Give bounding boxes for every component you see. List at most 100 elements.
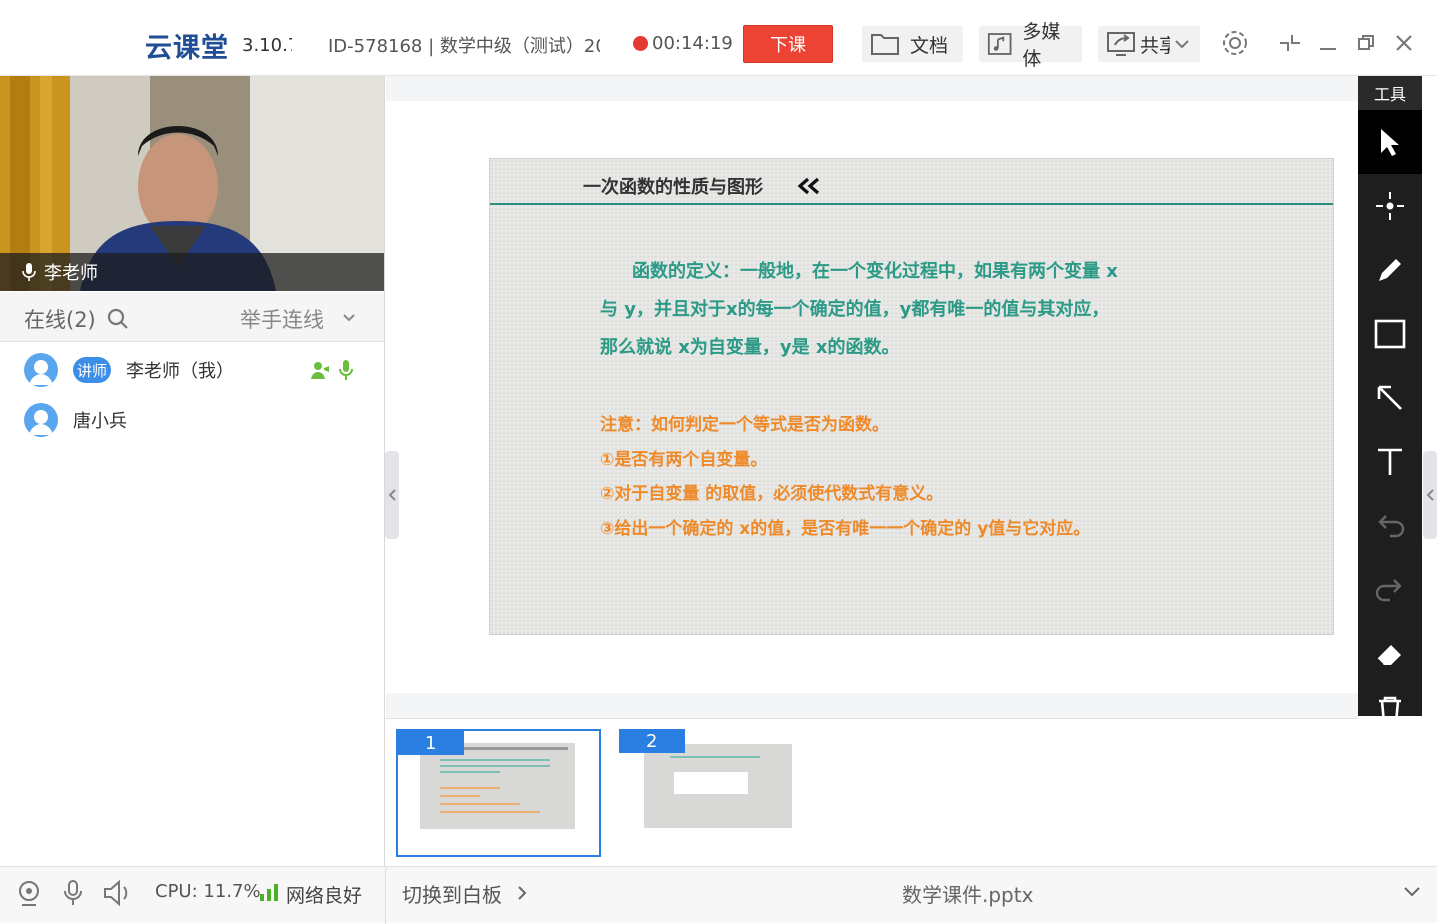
record-dot-icon <box>633 36 648 51</box>
slide-thumbnails: 1 2 <box>386 718 1358 866</box>
media-label: 多媒体 <box>1022 21 1061 70</box>
minimize-icon <box>1320 48 1336 50</box>
media-icon <box>987 33 1012 55</box>
share-button[interactable]: 共享 <box>1098 26 1200 62</box>
close-button[interactable] <box>1387 26 1421 60</box>
close-icon <box>1396 35 1412 51</box>
eraser-tool[interactable] <box>1358 622 1422 686</box>
trash-icon <box>1379 696 1401 716</box>
laser-pointer-tool[interactable] <box>1358 174 1422 238</box>
title-bar: 云课堂 3.10.7 ID-578168 | 数学中级（测试）20 00:14:… <box>0 0 1437 76</box>
teacher-video: 李老师 <box>0 76 384 291</box>
share-screen-icon <box>1107 32 1135 56</box>
exit-fullscreen-button[interactable] <box>1273 26 1307 60</box>
chevron-left-icon <box>1426 489 1434 501</box>
file-name: 数学课件.pptx <box>902 883 1034 907</box>
pen-tool[interactable] <box>1358 238 1422 302</box>
record-timer: 00:14:19 <box>633 33 733 54</box>
avatar <box>24 403 58 437</box>
chevron-down-icon <box>1175 40 1189 49</box>
expand-right-panel-handle[interactable] <box>1423 451 1437 539</box>
chevron-down-icon[interactable] <box>1403 885 1421 899</box>
slide-thumbnail[interactable]: 2 <box>619 729 824 857</box>
role-badge: 讲师 <box>73 357 111 383</box>
microphone-icon[interactable] <box>62 879 84 907</box>
chevron-left-icon <box>388 489 396 501</box>
arrow-tool[interactable] <box>1358 366 1422 430</box>
slide-thumbnail[interactable]: 1 <box>396 729 601 857</box>
slide-divider <box>490 203 1333 205</box>
left-panel: 李老师 在线(2) 举手连线 讲师 李老师（我） 唐小兵 <box>0 76 385 923</box>
chevron-down-icon[interactable] <box>342 312 356 324</box>
note-item: ①是否有两个自变量。 <box>600 450 768 470</box>
collapse-left-panel-handle[interactable] <box>385 451 399 539</box>
drawing-toolbar: 工具 <box>1358 76 1422 716</box>
app-logo: 云课堂 <box>145 33 229 64</box>
main-area: 一次函数的性质与图形 函数的定义：一般地，在一个变化过程中，如果有两个变量 x … <box>386 76 1358 866</box>
select-tool[interactable] <box>1358 110 1422 174</box>
online-count: 在线(2) <box>24 308 96 332</box>
network-status: 网络良好 <box>286 885 363 907</box>
slide: 一次函数的性质与图形 函数的定义：一般地，在一个变化过程中，如果有两个变量 x … <box>489 158 1334 635</box>
note-item: ③给出一个确定的 x的值，是否有唯一一个确定的 y值与它对应。 <box>600 519 1091 539</box>
restore-button[interactable] <box>1349 26 1383 60</box>
document-button[interactable]: 文档 <box>862 26 963 62</box>
double-chevron-left-icon <box>797 177 820 195</box>
definition-line: 那么就说 x为自变量，y是 x的函数。 <box>600 337 900 358</box>
rectangle-icon <box>1374 319 1406 349</box>
speaker-icon[interactable] <box>102 879 134 907</box>
restore-icon <box>1358 35 1374 50</box>
video-name-bar: 李老师 <box>0 253 384 291</box>
end-class-button[interactable]: 下课 <box>743 25 833 63</box>
user-camera-icon[interactable] <box>310 360 330 380</box>
definition-text: 函数的定义：一般地，在一个变化过程中，如果有两个变量 x 与 y，并且对于x的每… <box>600 253 1190 367</box>
settings-button[interactable] <box>1218 26 1252 60</box>
undo-button[interactable] <box>1358 494 1422 558</box>
document-label: 文档 <box>910 34 949 57</box>
eraser-icon <box>1376 645 1401 666</box>
divider <box>385 867 386 924</box>
chevron-right-icon[interactable] <box>516 885 528 901</box>
cpu-usage: CPU: 11.7% <box>155 881 261 902</box>
toolbar-title: 工具 <box>1358 76 1422 110</box>
switch-whiteboard-button[interactable]: 切换到白板 <box>402 879 502 908</box>
clear-button[interactable] <box>1358 682 1422 716</box>
text-tool[interactable] <box>1358 430 1422 494</box>
online-bar: 在线(2) 举手连线 <box>0 292 384 342</box>
gear-icon <box>1223 31 1247 55</box>
slide-title: 一次函数的性质与图形 <box>583 177 763 198</box>
thumbnail-number: 1 <box>398 731 464 755</box>
redo-button[interactable] <box>1358 558 1422 622</box>
minimize-button[interactable] <box>1311 26 1345 60</box>
user-name: 李老师（我） <box>126 361 234 382</box>
status-bar: CPU: 11.7% 网络良好 切换到白板 数学课件.pptx <box>0 866 1437 924</box>
pencil-icon <box>1379 259 1401 281</box>
user-name: 唐小兵 <box>73 411 127 432</box>
media-button[interactable]: 多媒体 <box>979 21 1082 70</box>
share-label: 共享 <box>1140 34 1170 57</box>
raise-hand-dropdown[interactable]: 举手连线 <box>240 304 324 334</box>
whiteboard-canvas[interactable]: 一次函数的性质与图形 函数的定义：一般地，在一个变化过程中，如果有两个变量 x … <box>386 101 1358 693</box>
user-row[interactable]: 讲师 李老师（我） <box>0 345 384 395</box>
text-icon <box>1378 448 1402 475</box>
folder-icon <box>871 34 899 55</box>
arrow-up-left-icon <box>1377 385 1402 410</box>
microphone-icon <box>22 263 36 281</box>
avatar <box>24 353 58 387</box>
app-version: 3.10.7 <box>242 35 292 56</box>
thumbnail-number: 2 <box>619 729 685 753</box>
record-time: 00:14:19 <box>652 33 733 54</box>
camera-status-icon[interactable] <box>16 879 42 907</box>
search-icon[interactable] <box>106 307 130 331</box>
thumbnail-preview <box>644 744 792 828</box>
signal-bars-icon <box>260 884 278 901</box>
cursor-arrow-icon <box>1381 129 1399 156</box>
laser-pointer-icon <box>1376 192 1404 220</box>
user-microphone-icon[interactable] <box>338 359 354 381</box>
redo-icon <box>1375 579 1402 602</box>
rectangle-tool[interactable] <box>1358 302 1422 366</box>
user-row[interactable]: 唐小兵 <box>0 395 384 445</box>
video-teacher-name: 李老师 <box>44 263 98 284</box>
definition-line: 与 y，并且对于x的每一个确定的值，y都有唯一的值与其对应， <box>600 299 1110 320</box>
class-info: ID-578168 | 数学中级（测试）20 <box>328 36 600 57</box>
